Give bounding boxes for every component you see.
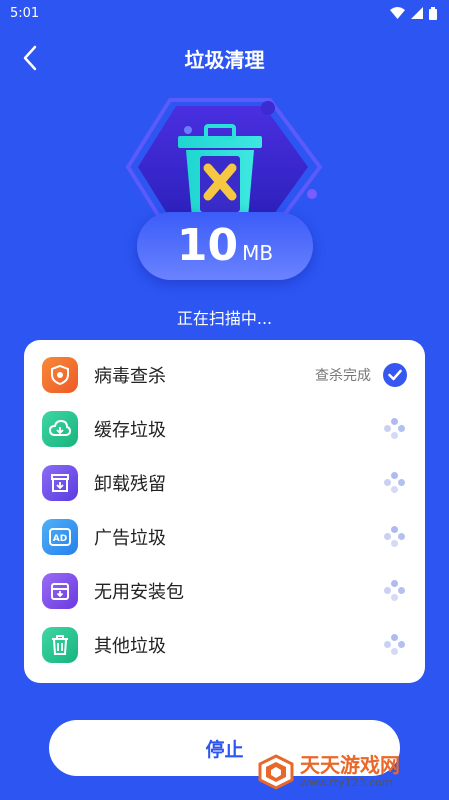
loading-spinner-icon (383, 471, 407, 495)
list-item-label: 广告垃圾 (94, 528, 166, 549)
list-item-useless-packages[interactable]: 无用安装包 (24, 564, 425, 618)
list-item-label: 无用安装包 (94, 582, 184, 603)
status-icons (390, 6, 437, 20)
chevron-left-icon (23, 45, 37, 71)
trash-icon (42, 627, 78, 663)
list-item-other-junk[interactable]: 其他垃圾 (24, 618, 425, 672)
list-item-ad-junk[interactable]: AD 广告垃圾 (24, 510, 425, 564)
list-item-cache[interactable]: 缓存垃圾 (24, 402, 425, 456)
watermark: 天天游戏网 www.tty123.com (258, 748, 444, 796)
ad-icon: AD (42, 519, 78, 555)
wifi-icon (390, 7, 405, 19)
battery-icon (429, 6, 437, 20)
loading-spinner-icon (383, 417, 407, 441)
junk-size-display: 10 MB (137, 212, 313, 280)
list-item-virus-scan[interactable]: 病毒查杀 查杀完成 (24, 348, 425, 402)
status-bar: 5:01 (0, 0, 449, 26)
page-title: 垃圾清理 (184, 47, 265, 72)
status-time: 5:01 (10, 5, 40, 21)
header: 垃圾清理 (0, 38, 449, 78)
watermark-logo-icon (258, 754, 294, 790)
scan-hero: 10 MB (0, 92, 449, 292)
loading-spinner-icon (383, 579, 407, 603)
svg-text:AD: AD (53, 534, 67, 544)
back-button[interactable] (14, 42, 46, 74)
signal-icon (411, 7, 423, 19)
scan-status-text: 正在扫描中... (176, 309, 273, 328)
shield-virus-icon (42, 357, 78, 393)
list-item-label: 其他垃圾 (94, 636, 166, 657)
list-item-status: 查杀完成 (315, 368, 371, 384)
cloud-icon (42, 411, 78, 447)
junk-size-unit: MB (242, 241, 274, 265)
watermark-title: 天天游戏网 (300, 753, 400, 777)
loading-spinner-icon (383, 525, 407, 549)
check-icon (383, 363, 407, 387)
loading-spinner-icon (383, 633, 407, 657)
scan-items-card: 病毒查杀 查杀完成 缓存垃圾 卸载残留 AD 广告垃圾 无用安装包 其他垃圾 (24, 340, 425, 683)
list-item-label: 缓存垃圾 (94, 420, 166, 441)
list-item-label: 卸载残留 (94, 474, 166, 495)
uninstall-box-icon (42, 465, 78, 501)
watermark-url: www.tty123.com (300, 776, 393, 789)
list-item-label: 病毒查杀 (94, 366, 166, 387)
list-item-uninstall-residue[interactable]: 卸载残留 (24, 456, 425, 510)
junk-size-value: 10 (176, 220, 239, 271)
package-icon (42, 573, 78, 609)
